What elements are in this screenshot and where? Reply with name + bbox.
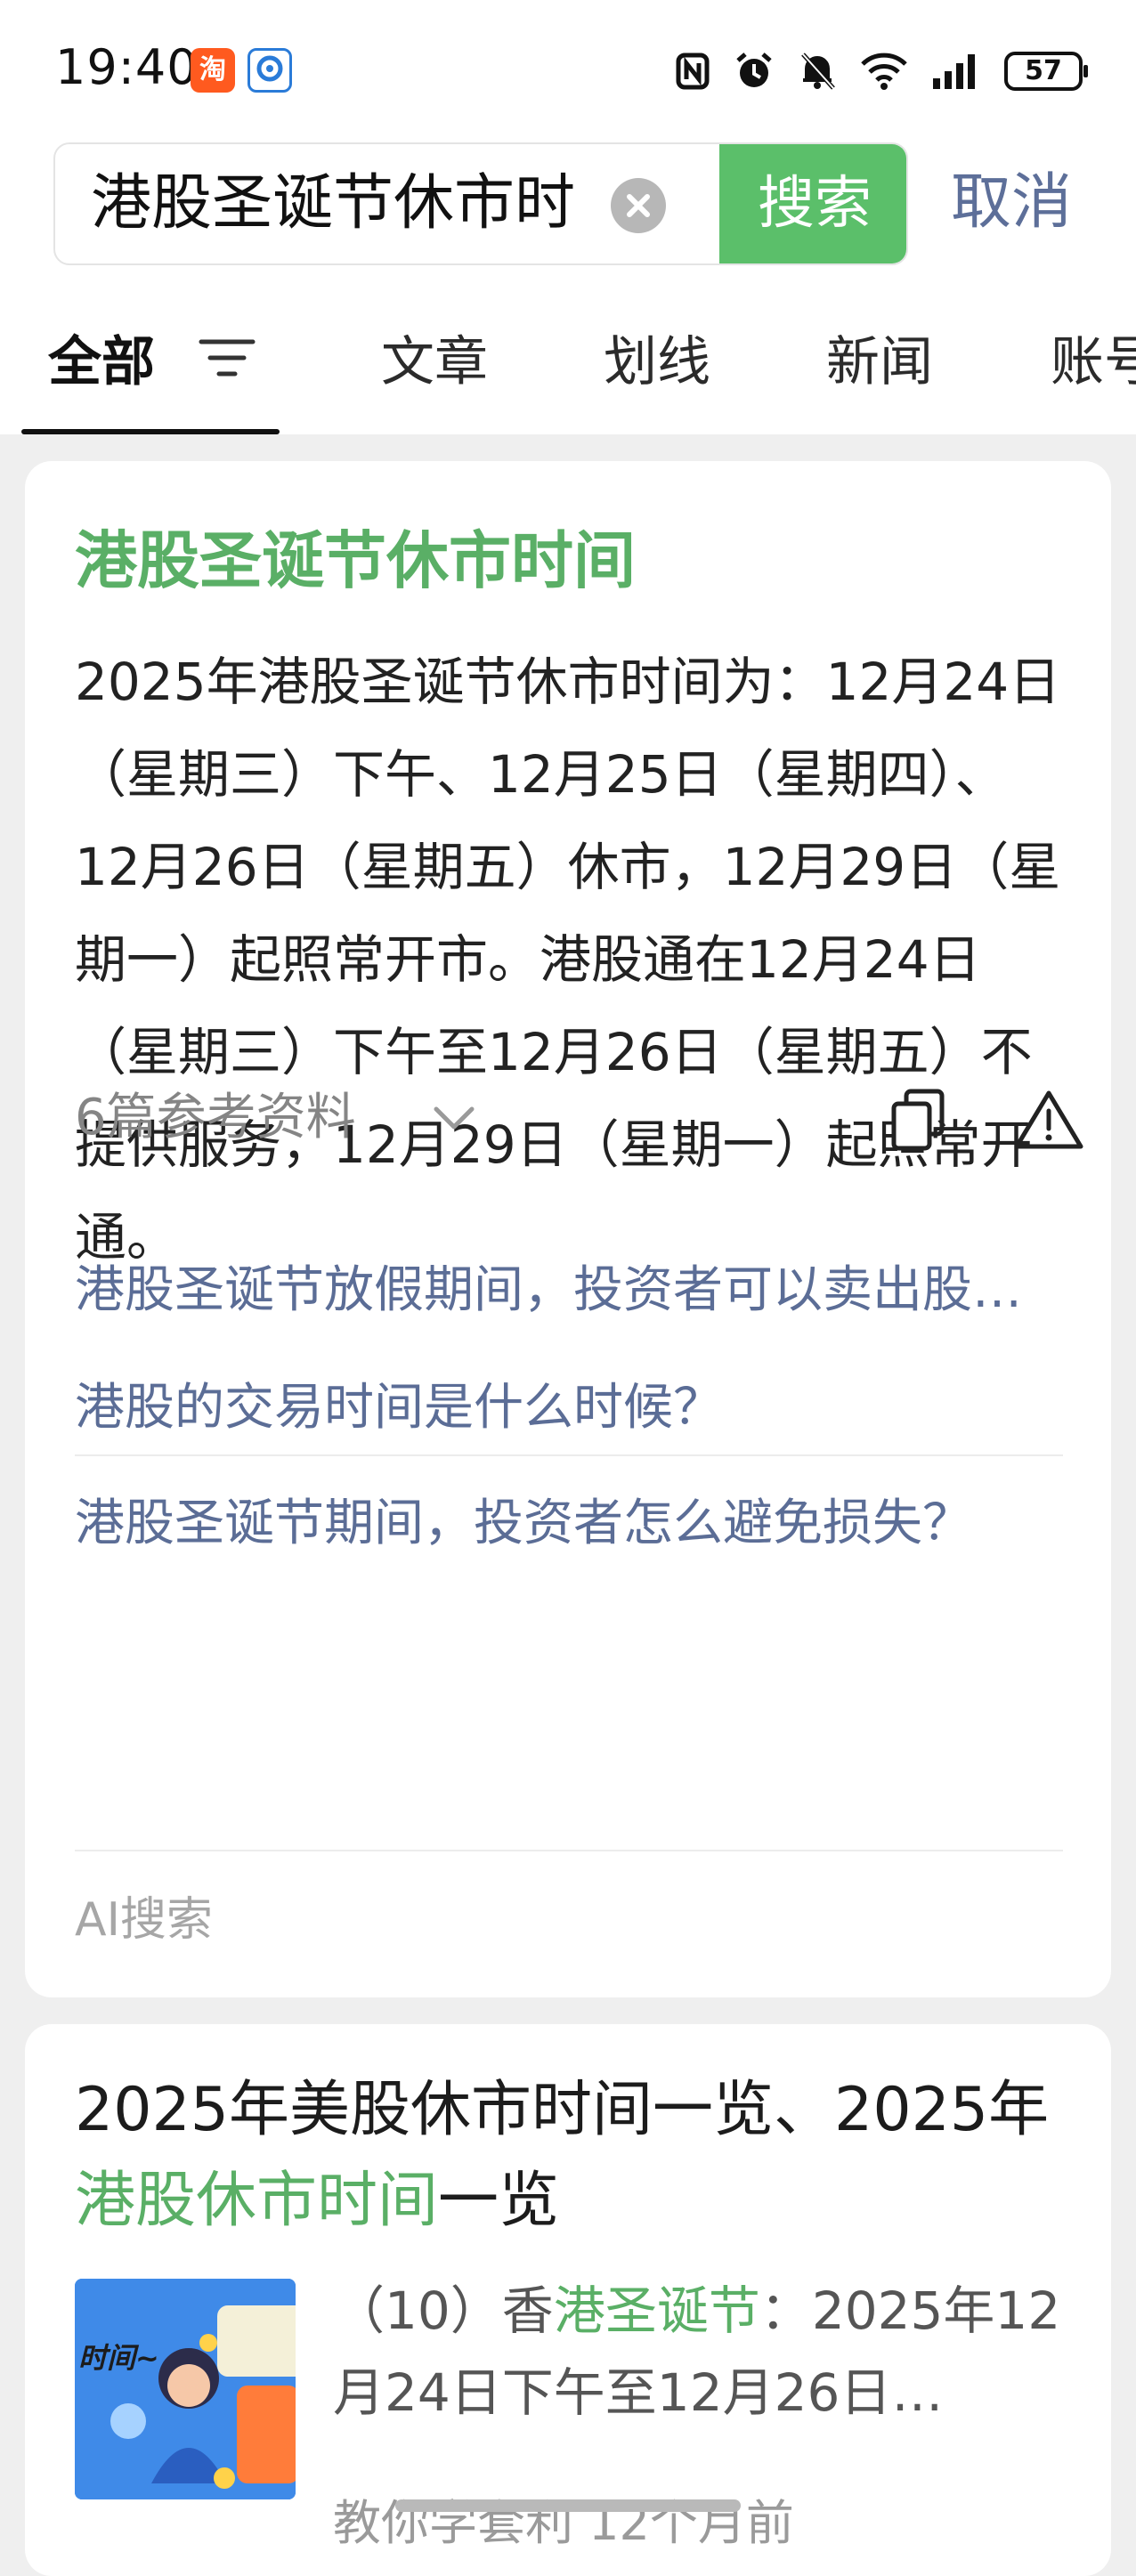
related-question[interactable]: 港股圣诞节放假期间，投资者可以卖出股票吗？ — [75, 1250, 1063, 1322]
references-toggle[interactable]: 6篇参考资料 — [75, 1081, 356, 1155]
clear-search-icon[interactable] — [611, 178, 666, 233]
tab-news[interactable]: 新闻 — [826, 319, 933, 396]
related-question[interactable]: 港股的交易时间是什么时候？ — [75, 1367, 1063, 1439]
ai-answer-text: 2025年港股圣诞节休市时间为：12月24日（星期三）下午、12月25日（星期四… — [75, 652, 1061, 1268]
status-time: 19:40 — [55, 39, 199, 95]
result-title[interactable]: 2025年美股休市时间一览、2025年港股休市时间一览 — [75, 2065, 1072, 2247]
thumbnail-caption: 时间~ — [78, 2341, 159, 2375]
ai-search-label: AI搜索 — [75, 1893, 213, 1947]
result-thumbnail[interactable]: 时间~ — [75, 2279, 296, 2499]
alarm-icon — [736, 53, 772, 87]
ai-answer-card: 港股圣诞节休市时间 2025年港股圣诞节休市时间为：12月24日（星期三）下午、… — [25, 461, 1111, 1997]
taobao-app-icon: 淘 — [191, 48, 235, 93]
result-title-highlight: 港股休市时间 — [75, 2166, 439, 2236]
battery-icon: 57 — [1004, 52, 1088, 91]
related-question[interactable]: 港股圣诞节期间，投资者怎么避免损失？ — [75, 1483, 1063, 1555]
notification-app-icon — [247, 48, 292, 93]
result-snippet: （10）香港圣诞节：2025年12月24日下午至12月26日… — [333, 2270, 1072, 2434]
home-indicator[interactable] — [395, 2499, 741, 2512]
warning-icon[interactable] — [1013, 1088, 1084, 1152]
header-area: 19:40 淘 57 港股圣诞节休市时 搜索 取消 全部 文章 划线 新闻 账号 — [0, 0, 1136, 434]
search-input[interactable]: 港股圣诞节休市时 — [91, 144, 634, 263]
divider — [75, 1454, 1063, 1456]
cellular-signal-icon — [933, 54, 975, 89]
result-title-text: 一览 — [438, 2166, 560, 2236]
status-icons: 57 — [675, 46, 1088, 96]
snippet-highlight: 港圣诞节 — [553, 2280, 760, 2341]
tab-articles[interactable]: 文章 — [381, 319, 488, 396]
filter-icon[interactable] — [198, 333, 256, 383]
tab-all[interactable]: 全部 — [48, 319, 155, 396]
chevron-down-icon[interactable] — [431, 1100, 477, 1136]
nfc-icon — [676, 53, 710, 90]
status-bar: 19:40 淘 57 — [0, 0, 1136, 134]
tab-highlights[interactable]: 划线 — [604, 319, 710, 396]
ai-answer-title[interactable]: 港股圣诞节休市时间 — [75, 511, 636, 601]
search-result-card[interactable]: 2025年美股休市时间一览、2025年港股休市时间一览 时间~ （10）香港圣诞… — [25, 2024, 1111, 2576]
tab-accounts[interactable]: 账号 — [1051, 319, 1136, 396]
search-box[interactable]: 港股圣诞节休市时 搜索 — [53, 142, 908, 265]
wifi-icon — [861, 53, 907, 90]
result-meta: 教你学套利 12个月前 — [333, 2483, 794, 2554]
search-button[interactable]: 搜索 — [719, 144, 906, 263]
filter-tabs: 全部 文章 划线 新闻 账号 — [0, 294, 1136, 436]
copy-icon[interactable] — [887, 1088, 949, 1152]
active-tab-indicator — [21, 429, 280, 434]
divider — [75, 1850, 1063, 1851]
mute-bell-icon — [801, 53, 835, 90]
result-title-text: 2025年美股休市时间一览、2025年 — [75, 2075, 1050, 2145]
references-row: 6篇参考资料 — [75, 1081, 1083, 1155]
snippet-text: （10）香 — [333, 2280, 554, 2341]
cancel-button[interactable]: 取消 — [951, 153, 1072, 253]
